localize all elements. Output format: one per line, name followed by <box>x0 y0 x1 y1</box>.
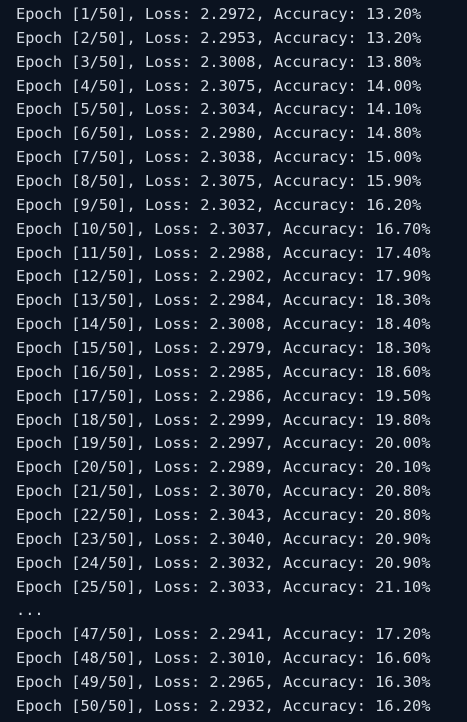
output-line-epoch-15: Epoch [15/50], Loss: 2.2979, Accuracy: 1… <box>16 339 431 358</box>
output-line-epoch-5: Epoch [5/50], Loss: 2.3034, Accuracy: 14… <box>16 100 422 119</box>
output-line-epoch-13: Epoch [13/50], Loss: 2.2984, Accuracy: 1… <box>16 291 431 310</box>
output-line-epoch-6: Epoch [6/50], Loss: 2.2980, Accuracy: 14… <box>16 124 422 143</box>
output-line-epoch-1: Epoch [1/50], Loss: 2.2972, Accuracy: 13… <box>16 5 422 23</box>
output-line-epoch-21: Epoch [21/50], Loss: 2.3070, Accuracy: 2… <box>16 482 431 501</box>
output-line-epoch-18: Epoch [18/50], Loss: 2.2999, Accuracy: 1… <box>16 410 431 429</box>
output-line-epoch-47: Epoch [47/50], Loss: 2.2941, Accuracy: 1… <box>16 625 431 644</box>
output-line-epoch-8: Epoch [8/50], Loss: 2.3075, Accuracy: 15… <box>16 172 422 191</box>
output-line-epoch-9: Epoch [9/50], Loss: 2.3032, Accuracy: 16… <box>16 195 422 214</box>
output-line-epoch-25: Epoch [25/50], Loss: 2.3033, Accuracy: 2… <box>16 577 431 596</box>
output-line-epoch-7: Epoch [7/50], Loss: 2.3038, Accuracy: 15… <box>16 148 422 167</box>
output-line-epoch-10: Epoch [10/50], Loss: 2.3037, Accuracy: 1… <box>16 219 431 238</box>
output-line-epoch-48: Epoch [48/50], Loss: 2.3010, Accuracy: 1… <box>16 649 431 668</box>
output-line-ellipsis: ... <box>16 601 44 620</box>
output-line-epoch-12: Epoch [12/50], Loss: 2.2902, Accuracy: 1… <box>16 267 431 286</box>
output-line-epoch-23: Epoch [23/50], Loss: 2.3040, Accuracy: 2… <box>16 529 431 548</box>
output-line-epoch-20: Epoch [20/50], Loss: 2.2989, Accuracy: 2… <box>16 458 431 477</box>
output-line-epoch-14: Epoch [14/50], Loss: 2.3008, Accuracy: 1… <box>16 315 431 334</box>
output-line-epoch-3: Epoch [3/50], Loss: 2.3008, Accuracy: 13… <box>16 52 422 71</box>
output-line-epoch-49: Epoch [49/50], Loss: 2.2965, Accuracy: 1… <box>16 673 431 692</box>
output-line-epoch-2: Epoch [2/50], Loss: 2.2953, Accuracy: 13… <box>16 28 422 47</box>
output-line-epoch-24: Epoch [24/50], Loss: 2.3032, Accuracy: 2… <box>16 553 431 572</box>
output-line-epoch-22: Epoch [22/50], Loss: 2.3043, Accuracy: 2… <box>16 506 431 525</box>
output-line-epoch-11: Epoch [11/50], Loss: 2.2988, Accuracy: 1… <box>16 243 431 262</box>
output-line-epoch-19: Epoch [19/50], Loss: 2.2997, Accuracy: 2… <box>16 434 431 453</box>
output-line-epoch-4: Epoch [4/50], Loss: 2.3075, Accuracy: 14… <box>16 76 422 95</box>
output-line-epoch-16: Epoch [16/50], Loss: 2.2985, Accuracy: 1… <box>16 362 431 381</box>
output-line-epoch-50: Epoch [50/50], Loss: 2.2932, Accuracy: 1… <box>16 696 431 715</box>
terminal-output: Epoch [1/50], Loss: 2.2972, Accuracy: 13… <box>0 0 467 722</box>
output-line-epoch-17: Epoch [17/50], Loss: 2.2986, Accuracy: 1… <box>16 386 431 405</box>
